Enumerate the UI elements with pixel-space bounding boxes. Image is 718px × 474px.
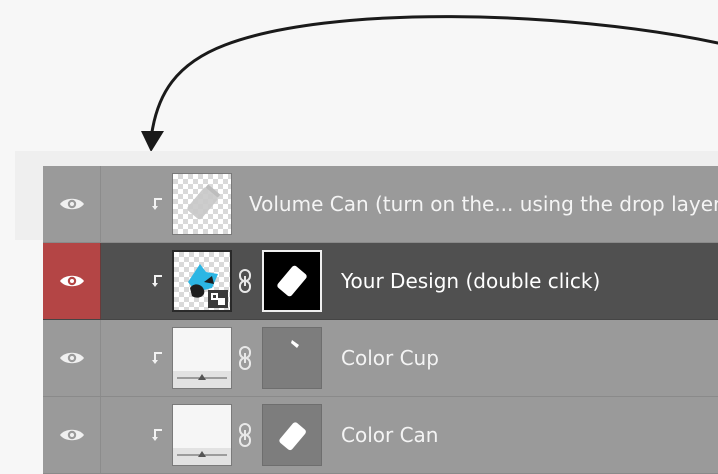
eye-icon <box>59 275 84 287</box>
visibility-toggle[interactable] <box>43 397 101 473</box>
eye-icon <box>59 352 84 364</box>
visibility-toggle[interactable] <box>43 166 101 242</box>
link-icon[interactable] <box>236 346 254 370</box>
eye-icon <box>59 198 84 210</box>
link-icon[interactable] <box>236 423 254 447</box>
cup-edge-mask-icon <box>291 340 299 348</box>
layer-row-color-cup[interactable]: Color Cup <box>43 320 718 397</box>
clipping-mask-icon <box>152 352 162 364</box>
link-icon[interactable] <box>236 269 254 293</box>
can-mask-icon <box>277 265 307 297</box>
layer-row-volume-can[interactable]: Volume Can (turn on the... using the dro… <box>43 166 718 243</box>
layer-row-your-design[interactable]: Your Design (double click) <box>43 243 718 320</box>
can-mask-icon <box>279 422 306 451</box>
clipping-mask-icon <box>152 275 162 287</box>
layer-mask-thumbnail[interactable] <box>262 250 322 312</box>
layer-name[interactable]: Color Cup <box>341 320 439 396</box>
eye-icon <box>59 429 84 441</box>
can-thumbnail-icon <box>187 184 220 220</box>
layer-name[interactable]: Your Design (double click) <box>341 243 600 319</box>
fill-slider-icon <box>173 448 231 465</box>
smart-object-thumbnail[interactable] <box>172 250 232 312</box>
fill-layer-thumbnail[interactable] <box>172 404 232 466</box>
clipping-mask-icon <box>152 198 162 210</box>
visibility-toggle[interactable] <box>43 243 101 319</box>
clipping-mask-icon <box>152 429 162 441</box>
layer-name[interactable]: Color Can <box>341 397 438 473</box>
visibility-toggle[interactable] <box>43 320 101 396</box>
layer-name[interactable]: Volume Can (turn on the... using the dro… <box>249 166 718 242</box>
layer-thumbnail[interactable] <box>172 173 232 235</box>
layer-mask-thumbnail[interactable] <box>262 327 322 389</box>
layer-row-color-can[interactable]: Color Can <box>43 397 718 474</box>
layers-panel: Volume Can (turn on the... using the dro… <box>43 166 718 474</box>
layer-mask-thumbnail[interactable] <box>262 404 322 466</box>
fill-layer-thumbnail[interactable] <box>172 327 232 389</box>
design-thumbnail-icon <box>188 264 228 308</box>
fill-slider-icon <box>173 371 231 388</box>
